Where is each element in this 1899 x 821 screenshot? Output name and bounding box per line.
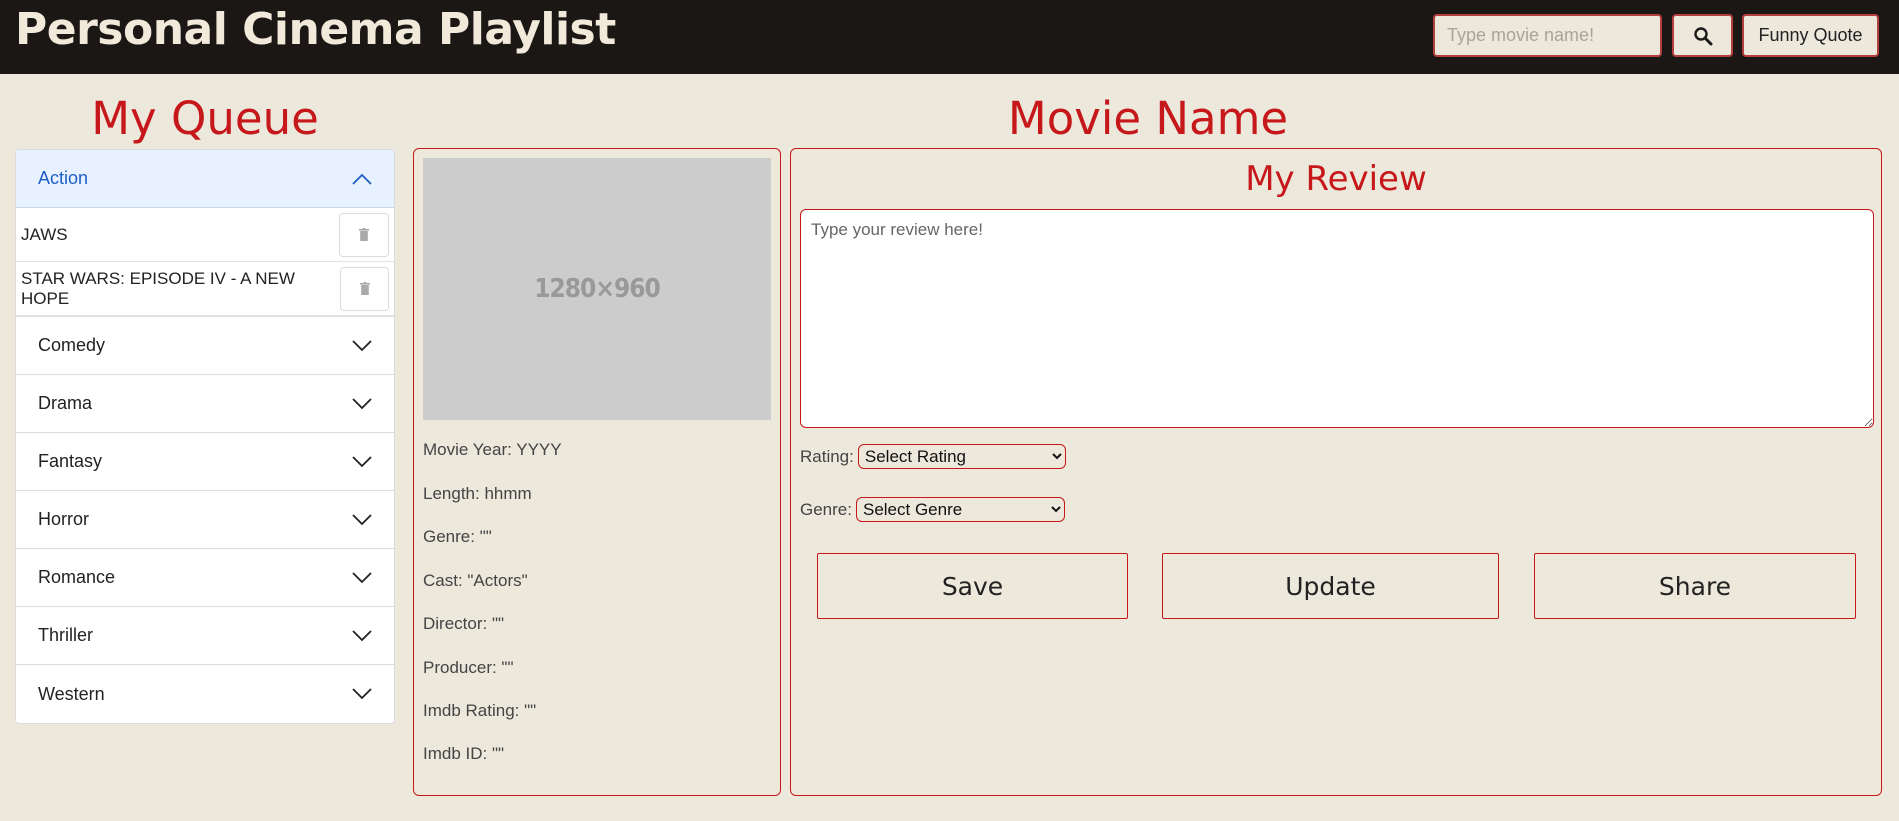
app-title: Personal Cinema Playlist [15, 4, 616, 55]
accordion-header-drama[interactable]: Drama [16, 375, 394, 433]
delete-button[interactable] [339, 212, 389, 257]
save-button[interactable]: Save [817, 553, 1128, 619]
accordion-label: Drama [38, 393, 93, 413]
accordion-header-horror[interactable]: Horror [16, 491, 394, 549]
trash-icon [359, 228, 369, 241]
accordion-label: Action [38, 168, 89, 188]
accordion-label: Fantasy [38, 451, 103, 471]
movie-genre: Genre: "" [423, 527, 492, 546]
movie-director: Director: "" [423, 614, 505, 633]
movie-imdb-rating: Imdb Rating: "" [423, 701, 537, 720]
queue-heading: My Queue [91, 92, 319, 145]
movie-search-input[interactable] [1433, 14, 1662, 57]
accordion-header-fantasy[interactable]: Fantasy [16, 433, 394, 491]
review-panel: My Review Rating: Select Rating Genre: S… [790, 148, 1882, 796]
review-textarea[interactable] [800, 209, 1874, 428]
app-header: Personal Cinema Playlist Funny Quote [0, 0, 1899, 74]
delete-button[interactable] [340, 266, 389, 311]
queue-item[interactable]: JAWS [16, 208, 394, 262]
movie-year: Movie Year: YYYY [423, 440, 562, 459]
chevron-down-icon [352, 339, 372, 351]
accordion-label: Western [38, 683, 105, 704]
accordion-label: Romance [38, 567, 116, 587]
funny-quote-button[interactable]: Funny Quote [1742, 14, 1879, 57]
genre-label: Genre: [800, 499, 852, 519]
review-title: My Review [1245, 159, 1427, 199]
rating-label: Rating: [800, 446, 854, 466]
queue-accordion: Action JAWS STAR WARS: EPISODE IV - A NE… [15, 149, 395, 724]
accordion-header-western[interactable]: Western [16, 665, 394, 723]
chevron-down-icon [352, 571, 372, 583]
movie-producer: Producer: "" [423, 658, 514, 677]
queue-item[interactable]: STAR WARS: EPISODE IV - A NEW HOPE [16, 262, 394, 316]
accordion-label: Comedy [38, 335, 106, 355]
chevron-down-icon [352, 397, 372, 409]
chevron-down-icon [352, 688, 372, 700]
accordion-label: Thriller [38, 625, 94, 645]
genre-select[interactable]: Select Genre [855, 497, 1065, 522]
genre-row: Genre: Select Genre [800, 497, 1065, 522]
queue-item-title: STAR WARS: EPISODE IV - A NEW HOPE [21, 268, 295, 308]
movie-info-panel: 1280×960 Movie Year: YYYY Length: hhmm G… [413, 148, 781, 796]
rating-row: Rating: Select Rating [800, 444, 1066, 469]
accordion-header-comedy[interactable]: Comedy [16, 317, 394, 375]
trash-icon [359, 282, 370, 295]
movie-poster-placeholder: 1280×960 [423, 158, 771, 420]
movie-imdb-id: Imdb ID: "" [423, 744, 505, 763]
queue-item-title: JAWS [21, 224, 68, 244]
search-button[interactable] [1672, 14, 1733, 57]
movie-name-heading: Movie Name [1007, 92, 1289, 145]
share-button[interactable]: Share [1534, 553, 1856, 619]
chevron-down-icon [352, 629, 372, 641]
movie-cast: Cast: "Actors" [423, 571, 528, 590]
accordion-header-thriller[interactable]: Thriller [16, 607, 394, 665]
accordion-header-action[interactable]: Action [16, 150, 394, 208]
accordion-label: Horror [38, 509, 90, 529]
movie-length: Length: hhmm [423, 484, 532, 503]
chevron-down-icon [352, 455, 372, 467]
queue-item-list: JAWS STAR WARS: EPISODE IV - A NEW HOPE [16, 208, 394, 317]
rating-select[interactable]: Select Rating [857, 444, 1066, 469]
accordion-header-romance[interactable]: Romance [16, 549, 394, 607]
chevron-up-icon [352, 173, 372, 185]
update-button[interactable]: Update [1162, 553, 1499, 619]
search-icon [1693, 26, 1712, 45]
chevron-down-icon [352, 513, 372, 525]
